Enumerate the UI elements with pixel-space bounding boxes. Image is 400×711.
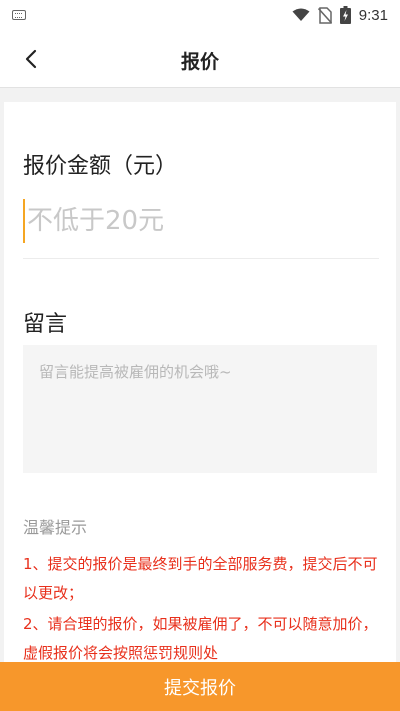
keyboard-icon — [12, 10, 26, 20]
status-bar: 9:31 — [0, 0, 400, 30]
tip-item: 2、请合理的报价，如果被雇佣了，不可以随意加价，虚假报价将会按照惩罚规则处 — [23, 615, 378, 662]
status-icons: 9:31 — [292, 5, 388, 25]
section-gap — [0, 88, 400, 102]
amount-input[interactable] — [25, 198, 377, 244]
tips-title: 温馨提示 — [23, 518, 88, 537]
battery-charging-icon — [339, 6, 351, 24]
tip-item: 1、提交的报价是最终到手的全部服务费，提交后不可以更改； — [23, 555, 378, 602]
message-label: 留言 — [23, 312, 68, 337]
quote-form: 报价金额（元） 留言 温馨提示 1、提交的报价是最终到手的全部服务费，提交后不可… — [4, 102, 396, 662]
divider — [23, 258, 379, 259]
no-sim-icon — [317, 6, 332, 24]
message-input[interactable] — [23, 345, 377, 473]
wifi-icon — [292, 8, 310, 21]
submit-quote-button[interactable]: 提交报价 — [0, 662, 400, 711]
status-time: 9:31 — [358, 6, 388, 24]
page-title: 报价 — [180, 51, 219, 73]
header: 报价 — [0, 30, 400, 88]
amount-label: 报价金额（元） — [23, 154, 178, 179]
